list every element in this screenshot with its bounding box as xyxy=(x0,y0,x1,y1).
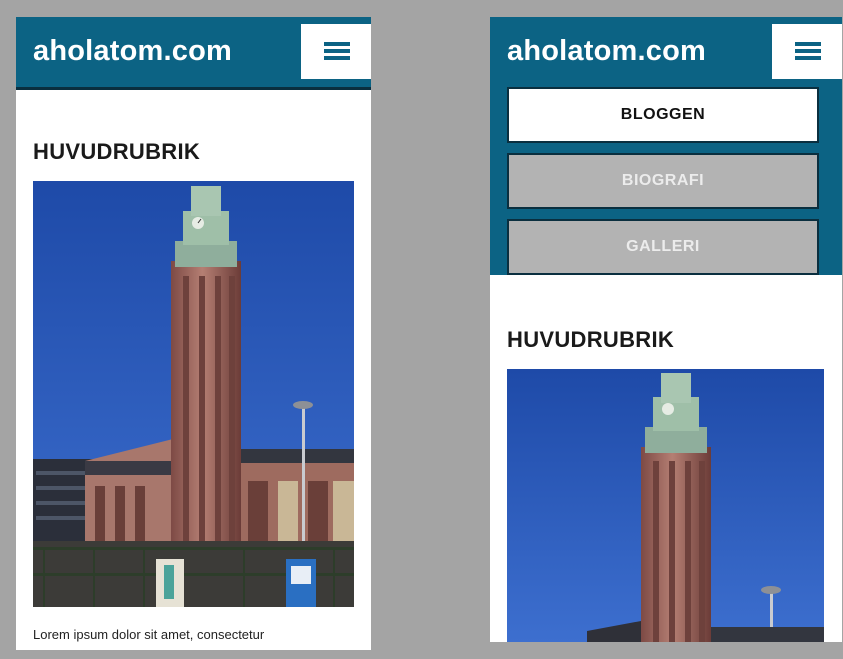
phone-screen-menu-closed: aholatom.com HUVUDRUBRIK Lorem ipsum dol… xyxy=(16,17,371,650)
page-heading: HUVUDRUBRIK xyxy=(507,327,675,352)
nav-item-label: GALLERI xyxy=(626,238,700,255)
nav-item-biografi[interactable]: BIOGRAFI xyxy=(507,153,819,209)
body-paragraph: Lorem ipsum dolor sit amet, consectetur xyxy=(33,627,265,642)
menu-toggle-button[interactable] xyxy=(301,24,371,79)
site-logo[interactable]: aholatom.com xyxy=(33,35,232,68)
hamburger-icon xyxy=(324,42,350,60)
site-header-expanded: aholatom.com BLOGGEN BIOGRAFI GALLERI xyxy=(490,17,842,275)
station-photo xyxy=(33,181,354,607)
nav-item-label: BIOGRAFI xyxy=(621,172,705,189)
station-photo xyxy=(507,369,824,642)
nav-item-galleri[interactable]: GALLERI xyxy=(507,219,819,275)
hamburger-icon xyxy=(795,42,821,60)
site-logo[interactable]: aholatom.com xyxy=(507,35,706,68)
nav-item-label: BLOGGEN xyxy=(620,106,706,123)
page-heading: HUVUDRUBRIK xyxy=(33,139,201,164)
phone-screen-menu-open: aholatom.com BLOGGEN BIOGRAFI GALLERI HU… xyxy=(490,17,842,642)
menu-toggle-button[interactable] xyxy=(772,24,842,79)
site-header: aholatom.com xyxy=(16,17,371,90)
nav-item-bloggen[interactable]: BLOGGEN xyxy=(507,87,819,143)
